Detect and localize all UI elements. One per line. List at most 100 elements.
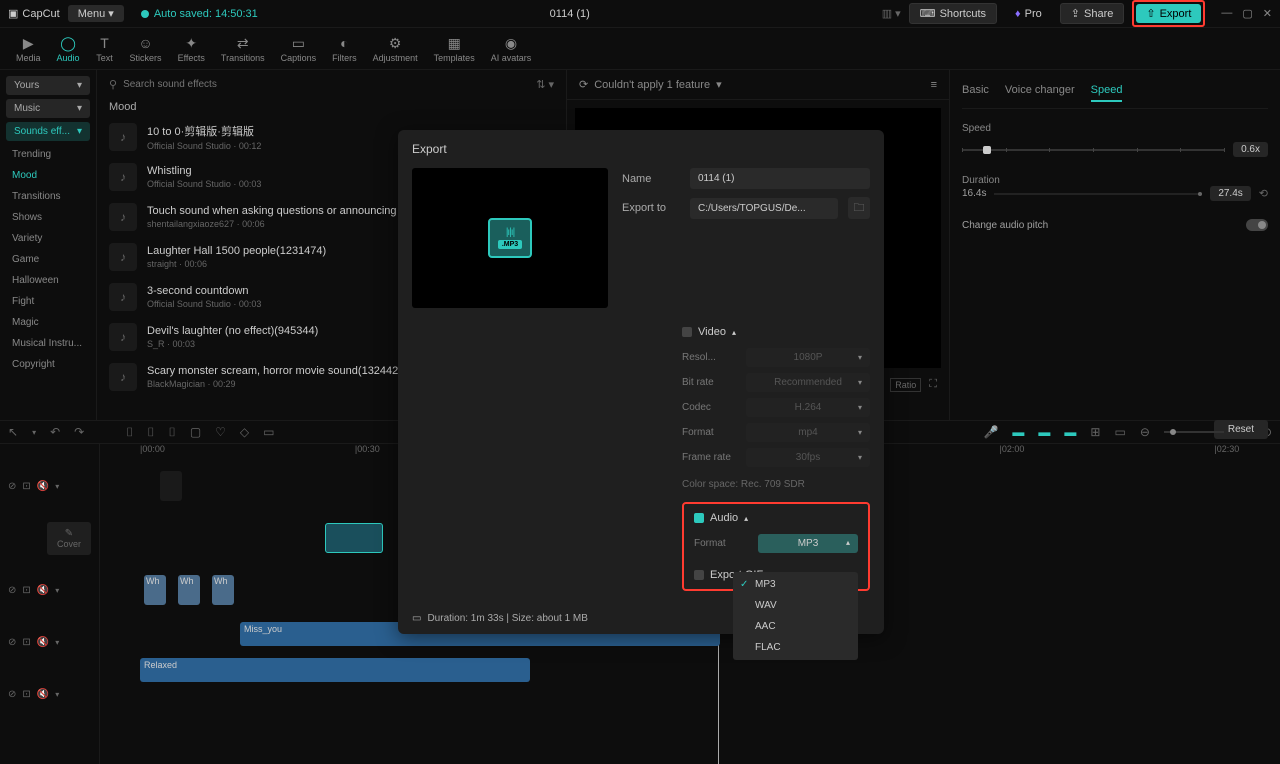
split-icon[interactable]: ⌷ [126,425,133,440]
split2-icon[interactable]: ⌷ [147,425,154,440]
menu-icon[interactable]: ≡ [931,79,937,91]
ratio-button[interactable]: Ratio [890,378,921,392]
layout-icon[interactable]: ▥ ▾ [882,7,901,20]
mute4-icon[interactable]: 🔇 [37,689,49,700]
duration-slider[interactable] [994,193,1202,195]
sidebar-magic[interactable]: Magic [6,313,90,332]
visible-icon[interactable]: ⊡ [22,481,30,492]
search-input[interactable] [123,79,530,90]
visible3-icon[interactable]: ⊡ [22,637,30,648]
visible4-icon[interactable]: ⊡ [22,689,30,700]
split3-icon[interactable]: ⌷ [169,425,176,440]
audio-clip-2[interactable]: Wh [178,575,200,605]
menu-button[interactable]: Menu ▾ [68,5,124,22]
tool-text[interactable]: TText [88,32,122,65]
video-row-select[interactable]: H.264 [746,398,870,417]
chevron-down-icon[interactable]: ▾ [32,428,36,437]
lock3-icon[interactable]: ⊘ [8,637,16,648]
sounds-select[interactable]: Sounds eff...▾ [6,122,90,141]
video-row-select[interactable]: Recommended [746,373,870,392]
audio-checkbox[interactable] [694,513,704,523]
folder-button[interactable]: 🗀 [848,197,870,219]
lock2-icon[interactable]: ⊘ [8,585,16,596]
video-row-select[interactable]: 30fps [746,448,870,467]
tool-templates[interactable]: ▦Templates [426,32,483,65]
audio-clip-3[interactable]: Wh [212,575,234,605]
tool-captions[interactable]: ▭Captions [273,32,325,65]
audio-section-head[interactable]: Audio ▴ [694,512,858,534]
tool-audio[interactable]: ◯Audio [49,32,88,65]
shield-icon[interactable]: ♡ [215,425,226,439]
sidebar-fight[interactable]: Fight [6,292,90,311]
crop-icon[interactable]: ▢ [190,425,201,439]
yours-select[interactable]: Yours▾ [6,76,90,95]
mute2-icon[interactable]: 🔇 [37,585,49,596]
share-button[interactable]: ⇪ Share [1060,3,1125,24]
tool-stickers[interactable]: ☺Stickers [122,32,170,65]
sidebar-instruments[interactable]: Musical Instru... [6,334,90,353]
mute3-icon[interactable]: 🔇 [37,637,49,648]
video-clip[interactable] [325,523,383,553]
snap-icon[interactable]: ⊞ [1090,425,1100,439]
duration-to[interactable]: 27.4s [1210,186,1250,201]
music-select[interactable]: Music▾ [6,99,90,118]
refresh-icon[interactable]: ⟳ [579,78,588,91]
chevron-down-icon[interactable]: ▾ [716,78,722,91]
tab-basic[interactable]: Basic [962,84,989,102]
badge-icon[interactable]: ◇ [240,425,249,439]
visible2-icon[interactable]: ⊡ [22,585,30,596]
zoom-slider[interactable] [1164,431,1224,433]
export-button[interactable]: ⇧ Export [1136,4,1201,23]
slider-handle[interactable] [983,146,991,154]
audio-track-relaxed[interactable]: Relaxed [140,658,530,682]
minimize-icon[interactable]: — [1221,7,1232,20]
mark2-icon[interactable]: ▬ [1038,425,1050,439]
video-row-select[interactable]: 1080P [746,348,870,367]
audio-clip-1[interactable]: Wh [144,575,166,605]
shortcuts-button[interactable]: ⌨ Shortcuts [909,3,997,24]
video-row-select[interactable]: mp4 [746,423,870,442]
mark1-icon[interactable]: ▬ [1012,425,1024,439]
speed-slider[interactable] [962,149,1225,151]
reset-button[interactable]: Reset [1214,420,1268,439]
exportto-input[interactable] [690,198,838,219]
mute-icon[interactable]: 🔇 [37,481,49,492]
tool-adjustment[interactable]: ⚙Adjustment [365,32,426,65]
sidebar-shows[interactable]: Shows [6,208,90,227]
sort-icon[interactable]: ⇅ ▾ [536,78,554,91]
mic-icon[interactable]: 🎤 [983,425,998,439]
tool-filters[interactable]: ◐Filters [324,32,365,65]
option-flac[interactable]: FLAC [733,637,858,658]
name-input[interactable] [690,168,870,189]
fullscreen-icon[interactable]: ⛶ [929,378,937,392]
sidebar-mood[interactable]: Mood [6,166,90,185]
placeholder-clip[interactable] [160,471,182,501]
option-mp3[interactable]: MP3 [733,574,858,595]
audio-format-select[interactable]: MP3 [758,534,858,553]
tool-media[interactable]: ▶Media [8,32,49,65]
close-icon[interactable]: ✕ [1263,7,1272,20]
pitch-toggle[interactable] [1246,219,1268,231]
mark3-icon[interactable]: ▬ [1064,425,1076,439]
tab-speed[interactable]: Speed [1091,84,1123,102]
sidebar-transitions[interactable]: Transitions [6,187,90,206]
delete-icon[interactable]: ▭ [263,425,274,439]
zoom-out-icon[interactable]: ⊖ [1140,425,1150,439]
sidebar-trending[interactable]: Trending [6,145,90,164]
video-section-head[interactable]: Video ▴ [682,316,870,348]
sidebar-game[interactable]: Game [6,250,90,269]
pro-button[interactable]: ♦ Pro [1005,5,1052,23]
maximize-icon[interactable]: ▢ [1242,7,1252,20]
lock-icon[interactable]: ⊘ [8,481,16,492]
sidebar-variety[interactable]: Variety [6,229,90,248]
tool-avatars[interactable]: ◉AI avatars [483,32,540,65]
sidebar-halloween[interactable]: Halloween [6,271,90,290]
video-checkbox[interactable] [682,327,692,337]
tool-transitions[interactable]: ⇄Transitions [213,32,273,65]
sidebar-copyright[interactable]: Copyright [6,355,90,374]
cover-button[interactable]: ✎ Cover [47,522,91,555]
lock4-icon[interactable]: ⊘ [8,689,16,700]
tool-effects[interactable]: ✦Effects [170,32,213,65]
gif-checkbox[interactable] [694,570,704,580]
preview-icon[interactable]: ▭ [1114,425,1125,439]
